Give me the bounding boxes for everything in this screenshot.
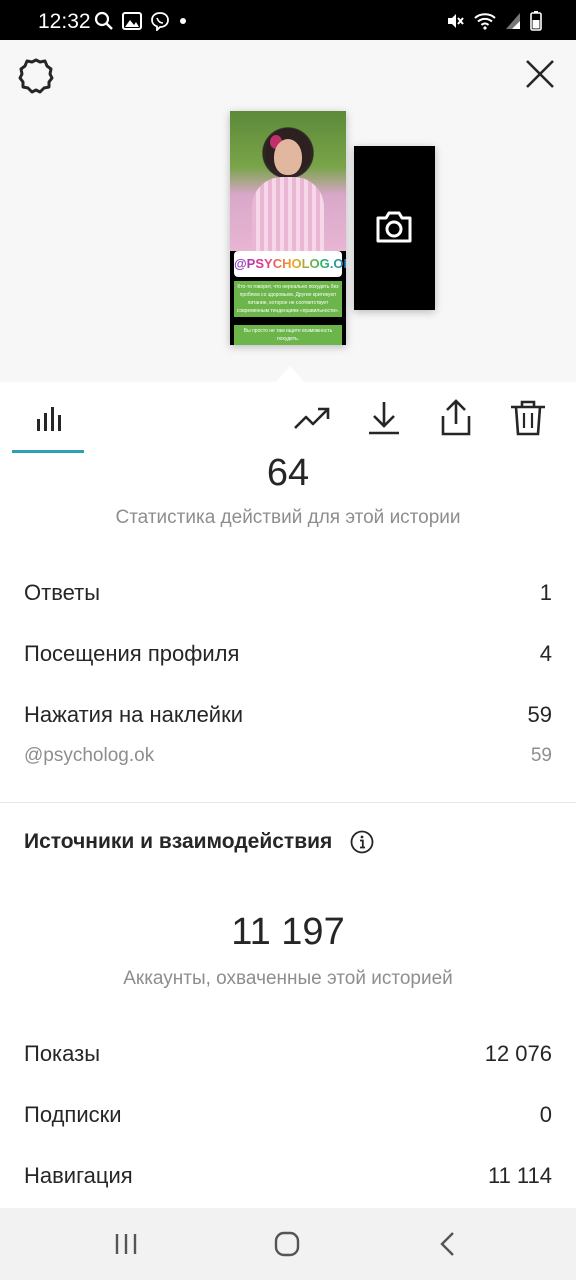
status-time: 12:32 xyxy=(38,10,91,33)
stat-value: 4 xyxy=(539,641,552,666)
stat-label: Подписки xyxy=(24,1102,122,1127)
selected-pointer xyxy=(276,366,304,382)
settings-icon[interactable] xyxy=(16,56,56,96)
story-photo xyxy=(230,111,346,251)
status-bar: 12:32 xyxy=(0,0,576,40)
discovery-section-title: Источники и взаимодействия xyxy=(24,830,374,854)
story-thumbnail[interactable]: @PSYCHOLOG.OK Кто-то говорит, что нереал… xyxy=(230,111,346,345)
stat-value: 11 114 xyxy=(487,1163,552,1188)
search-icon xyxy=(94,11,113,30)
stat-label: @psycholog.ok xyxy=(24,745,155,766)
stat-label: Ответы xyxy=(24,580,101,605)
stat-row-profile-visits: Посещения профиля 4 xyxy=(24,639,552,669)
info-icon[interactable] xyxy=(350,830,374,854)
stat-label: Посещения профиля xyxy=(24,641,240,666)
section-divider xyxy=(0,802,576,803)
insights-icon xyxy=(37,407,61,431)
story-caption: Вы просто не там ищите возможность похуд… xyxy=(234,325,342,345)
share-icon[interactable] xyxy=(436,398,476,438)
battery-icon xyxy=(530,11,542,31)
stat-row-impressions: Показы 12 076 xyxy=(24,1039,552,1069)
download-icon[interactable] xyxy=(364,398,404,438)
trash-icon[interactable] xyxy=(508,398,548,438)
dot-icon xyxy=(180,18,186,24)
stat-value: 1 xyxy=(539,580,552,605)
accounts-reached-total: 11 197 xyxy=(231,911,345,953)
stat-value: 59 xyxy=(527,702,552,727)
stat-row-replies: Ответы 1 xyxy=(24,578,552,608)
stat-row-sticker-taps: Нажатия на наклейки 59 xyxy=(24,700,552,730)
back-icon[interactable] xyxy=(432,1228,464,1260)
stat-row-sticker-mention: @psycholog.ok 59 xyxy=(24,741,552,771)
system-nav-bar xyxy=(0,1208,576,1280)
stat-label: Показы xyxy=(24,1041,101,1066)
gallery-icon xyxy=(122,12,142,30)
actions-total: 64 xyxy=(266,452,310,494)
stat-value: 0 xyxy=(539,1102,552,1127)
mention-sticker: @PSYCHOLOG.OK xyxy=(234,251,346,277)
mute-icon xyxy=(448,14,464,28)
stat-row-follows: Подписки 0 xyxy=(24,1100,552,1130)
wifi-icon xyxy=(474,13,496,30)
recent-apps-icon[interactable] xyxy=(110,1228,142,1260)
stat-label: Нажатия на наклейки xyxy=(24,702,244,727)
stat-row-navigation: Навигация 11 114 xyxy=(24,1161,552,1191)
signal-icon xyxy=(506,13,520,29)
stat-label: Навигация xyxy=(24,1163,133,1188)
tab-insights[interactable] xyxy=(12,382,84,454)
stat-value: 59 xyxy=(530,745,552,766)
viber-icon xyxy=(151,12,169,31)
story-caption: Кто-то говорит, что нереально похудеть б… xyxy=(234,281,342,317)
camera-icon xyxy=(376,211,412,243)
accounts-reached-subtitle: Аккаунты, охваченные этой историей xyxy=(123,968,453,989)
close-icon[interactable] xyxy=(522,56,558,92)
section-title-text: Источники и взаимодействия xyxy=(24,830,333,853)
story-toolbar xyxy=(0,382,576,454)
stat-value: 12 076 xyxy=(484,1041,552,1066)
add-story-button[interactable] xyxy=(354,146,435,310)
home-icon[interactable] xyxy=(271,1228,303,1260)
trending-icon[interactable] xyxy=(292,398,332,438)
actions-subtitle: Статистика действий для этой истории xyxy=(115,507,461,528)
